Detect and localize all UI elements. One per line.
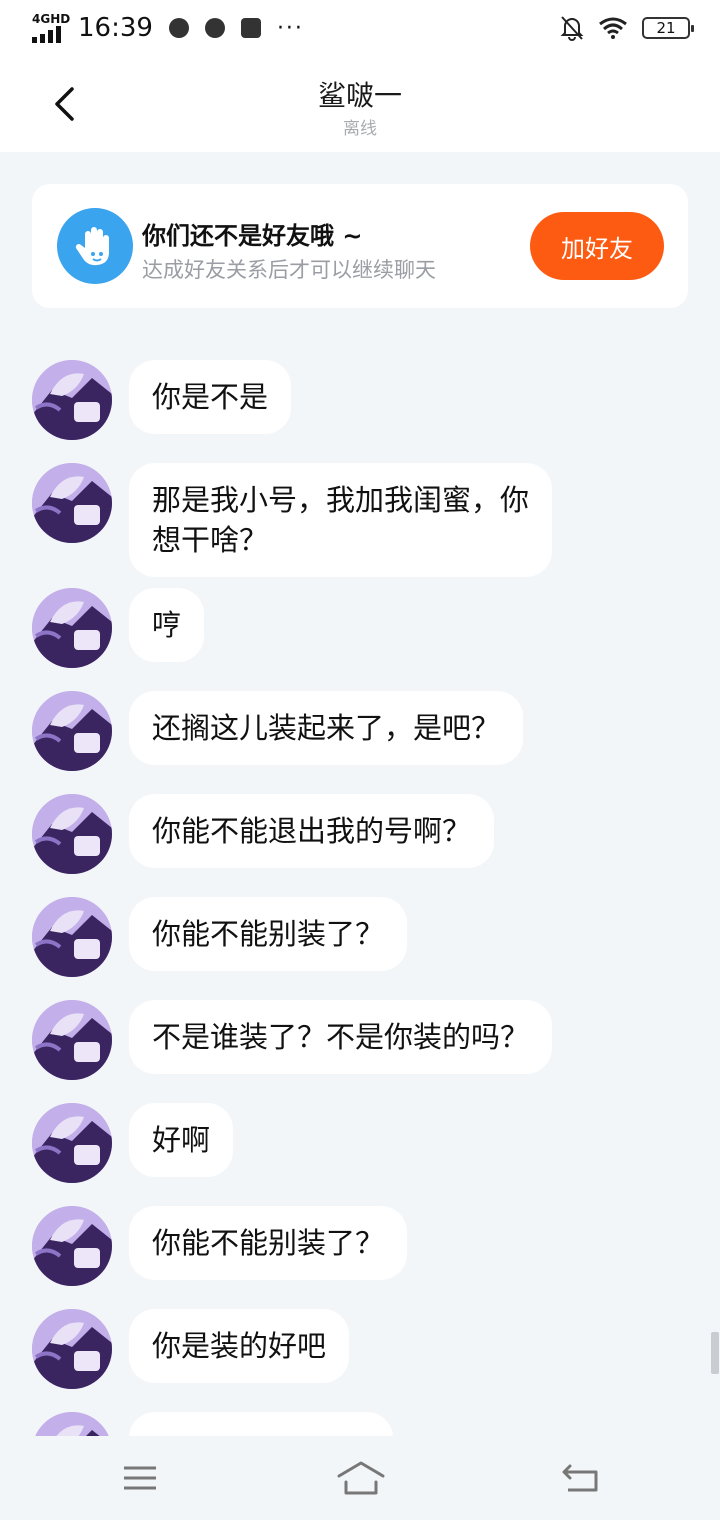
message-bubble[interactable]: 你是不是: [129, 360, 292, 434]
more-notifications-icon: ···: [276, 15, 304, 41]
message-bubble[interactable]: 好啊: [129, 1103, 234, 1177]
avatar[interactable]: [32, 1309, 112, 1389]
message-bubble[interactable]: [129, 1412, 393, 1436]
avatar[interactable]: [32, 794, 112, 874]
status-bar: 4GHD 16:39 ··· 21: [0, 0, 720, 56]
scrollbar[interactable]: [711, 1332, 719, 1374]
message-bubble[interactable]: 哼: [129, 588, 205, 662]
banner-subtitle: 达成好友关系后才可以继续聊天: [142, 258, 436, 282]
avatar[interactable]: [32, 691, 112, 771]
message-bubble[interactable]: 你能不能别装了？: [129, 897, 408, 971]
avatar[interactable]: [32, 1103, 112, 1183]
avatar[interactable]: [32, 588, 112, 668]
app-icon: [204, 18, 225, 38]
menu-button[interactable]: [118, 1456, 162, 1500]
app-square-icon: [240, 18, 261, 38]
avatar[interactable]: [32, 463, 112, 543]
message-bubble[interactable]: 那是我小号，我加我闺蜜，你 想干啥？: [129, 463, 553, 577]
contact-name: 鲨啵一: [317, 79, 402, 112]
notification-icon: [168, 18, 189, 38]
home-icon: [337, 1461, 385, 1495]
contact-status: 离线: [343, 119, 377, 139]
battery-icon: 21: [642, 17, 694, 39]
home-button[interactable]: [336, 1456, 386, 1500]
hand-wave-icon: [57, 208, 133, 284]
message-bubble[interactable]: 你是装的好吧: [129, 1309, 350, 1383]
signal-icon: 4GHD: [30, 13, 70, 43]
add-friend-button[interactable]: 加好友: [530, 212, 664, 280]
banner-title: 你们还不是好友哦 ~: [142, 222, 363, 250]
clock: 16:39: [78, 13, 153, 43]
return-icon: [562, 1464, 598, 1492]
avatar[interactable]: [32, 1000, 112, 1080]
menu-icon: [124, 1466, 156, 1490]
back-nav-button[interactable]: [558, 1456, 602, 1500]
system-nav-bar: [0, 1436, 720, 1520]
mute-bell-icon: [560, 16, 584, 41]
avatar[interactable]: [32, 897, 112, 977]
battery-level: 21: [656, 19, 676, 37]
message-bubble[interactable]: 还搁这儿装起来了，是吧？: [129, 691, 524, 765]
message-bubble[interactable]: 不是谁装了？不是你装的吗？: [129, 1000, 553, 1074]
avatar[interactable]: [32, 1412, 112, 1436]
avatar[interactable]: [32, 1206, 112, 1286]
friend-request-banner: 你们还不是好友哦 ~ 达成好友关系后才可以继续聊天 加好友: [32, 184, 688, 308]
wifi-icon: [599, 17, 627, 39]
network-type: 4GHD: [32, 12, 71, 26]
message-bubble[interactable]: 你能不能别装了？: [129, 1206, 408, 1280]
message-bubble[interactable]: 你能不能退出我的号啊？: [129, 794, 495, 868]
chat-header: 鲨啵一 离线: [0, 56, 720, 152]
avatar[interactable]: [32, 360, 112, 440]
